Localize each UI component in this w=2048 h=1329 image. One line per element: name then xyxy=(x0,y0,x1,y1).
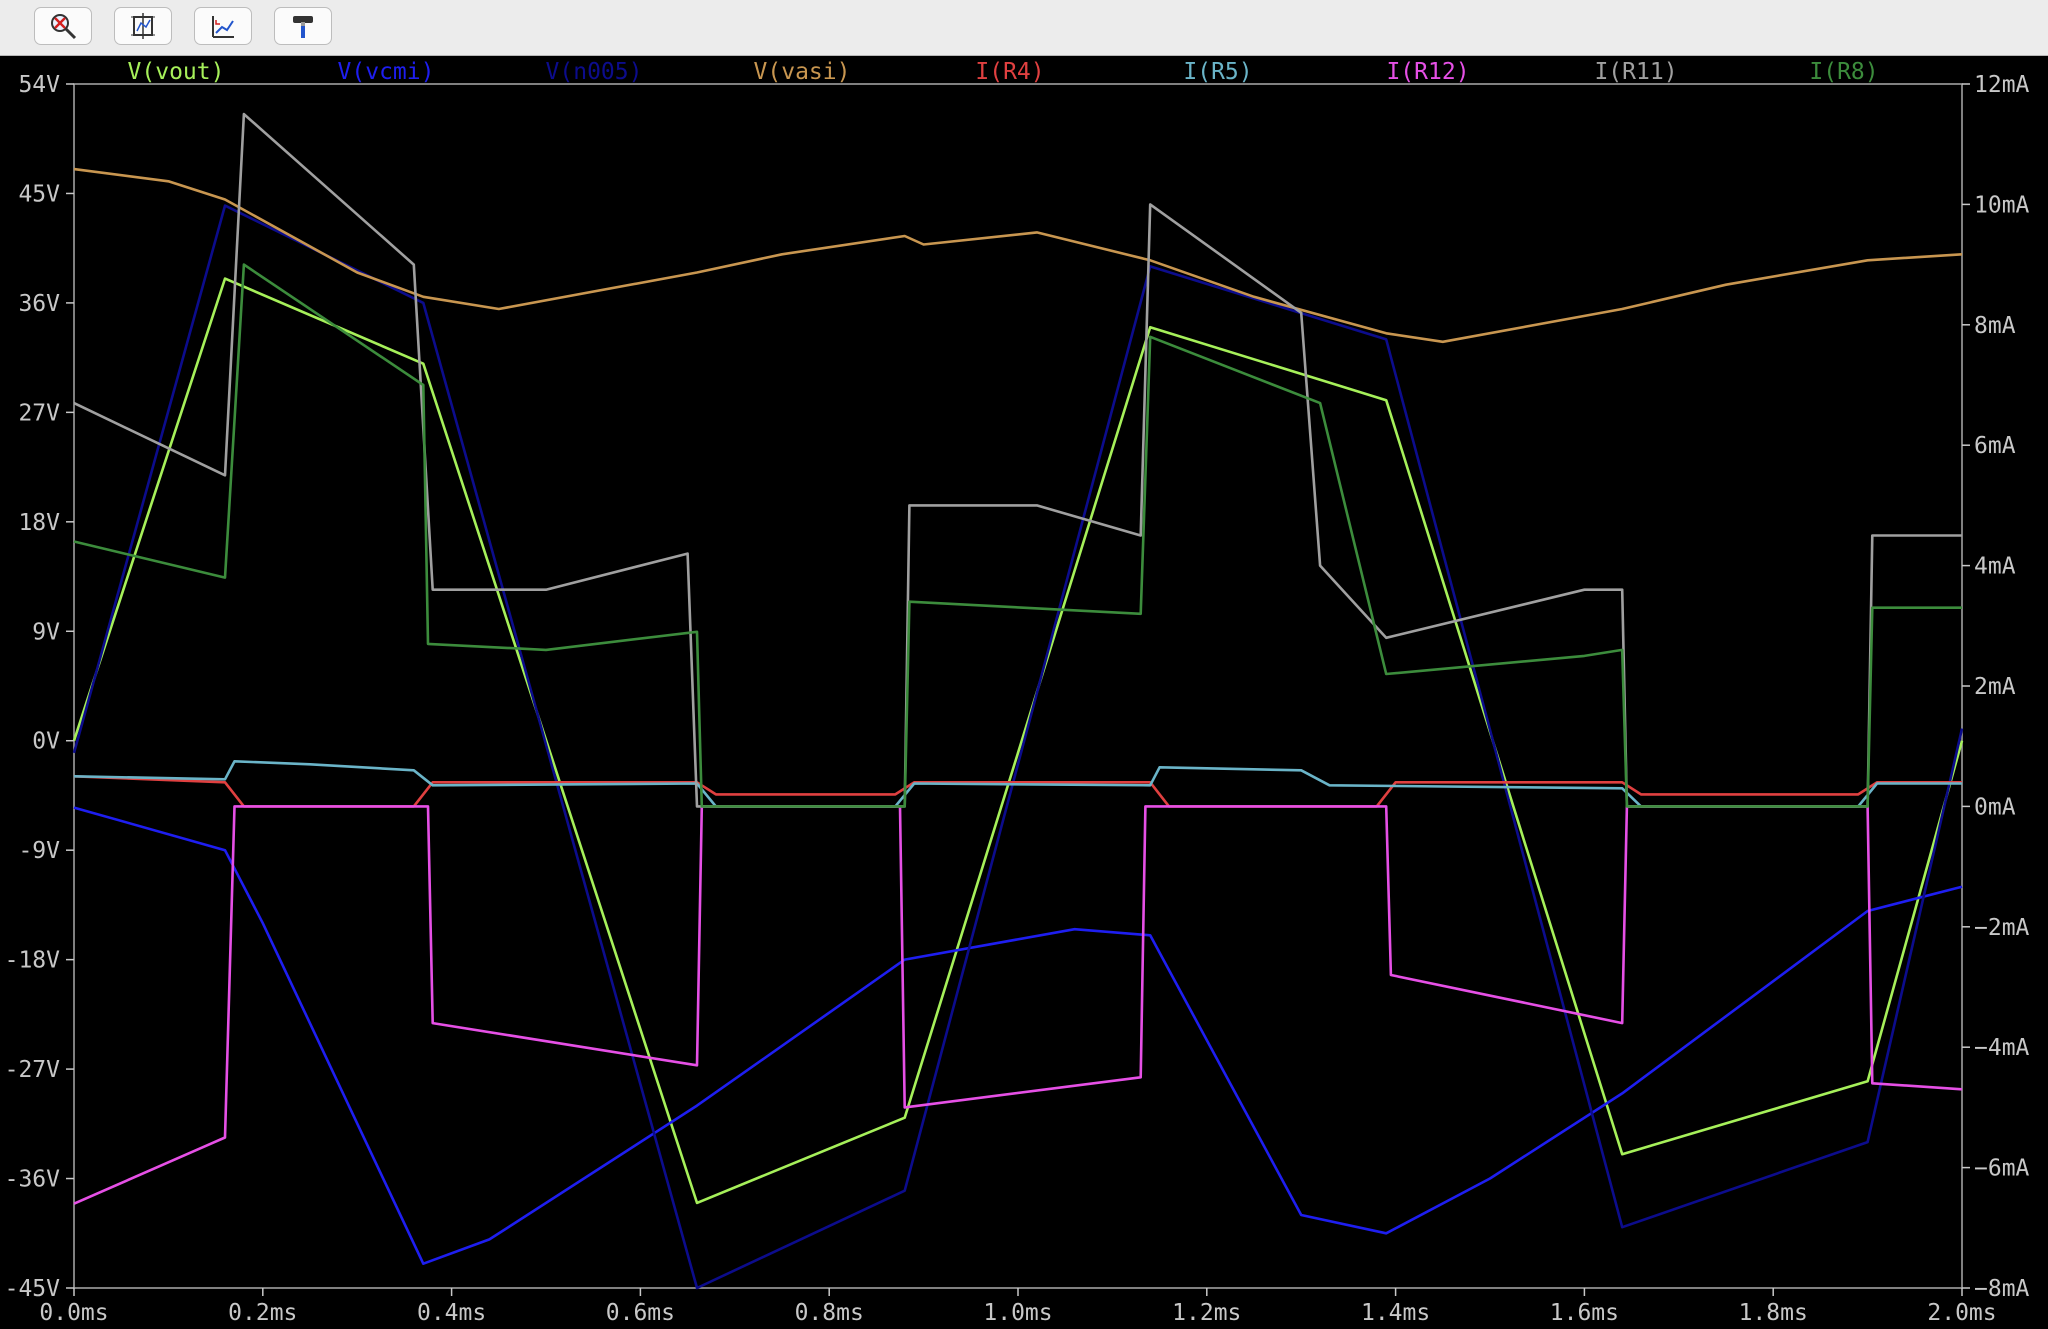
hammer-button[interactable] xyxy=(274,7,332,45)
trace-v-vasi[interactable] xyxy=(73,167,1963,344)
zoom-cancel-icon xyxy=(51,14,77,40)
y-right-tick-label: 12mA xyxy=(1974,72,2030,98)
legend-item[interactable]: V(n005) xyxy=(546,59,643,85)
x-tick-label: 1.2ms xyxy=(1172,1300,1241,1326)
y-right-tick-label: 6mA xyxy=(1974,433,2016,459)
x-tick-label: 1.0ms xyxy=(983,1300,1052,1326)
y-left-tick-label: -27V xyxy=(5,1057,61,1083)
x-tick-label: 0.4ms xyxy=(417,1300,486,1326)
y-left-tick-label: 54V xyxy=(18,72,60,98)
y-right-tick-label: 8mA xyxy=(1974,313,2016,339)
y-left-tick-label: -18V xyxy=(5,948,61,974)
x-tick-label: 1.6ms xyxy=(1550,1300,1619,1326)
y-right-tick-label: 2mA xyxy=(1974,674,2016,700)
traces xyxy=(72,112,1964,1290)
legend-item[interactable]: V(vout) xyxy=(128,59,225,85)
autorange-icon xyxy=(131,13,155,39)
toolbar xyxy=(0,0,2048,56)
y-left-tick-label: -45V xyxy=(5,1276,61,1302)
y-left-tick-label: 9V xyxy=(32,619,60,645)
pan-zoom-icon xyxy=(212,16,234,38)
y-right-tick-label: 4mA xyxy=(1974,554,2016,580)
y-right-tick-label: −8mA xyxy=(1974,1276,2030,1302)
y-right-tick-label: −6mA xyxy=(1974,1156,2030,1182)
x-tick-label: 2.0ms xyxy=(1927,1300,1996,1326)
legend-item[interactable]: V(vasi) xyxy=(754,59,851,85)
y-right-tick-label: 0mA xyxy=(1974,794,2016,820)
x-tick-label: 0.2ms xyxy=(228,1300,297,1326)
zoom-cancel-button[interactable] xyxy=(34,7,92,45)
x-tick-label: 0.6ms xyxy=(606,1300,675,1326)
trace-i-r8[interactable] xyxy=(73,263,1962,808)
autorange-button[interactable] xyxy=(114,7,172,45)
trace-i-r4[interactable] xyxy=(73,775,1962,808)
plot-frame xyxy=(73,83,1963,1289)
legend: V(vout) V(vcmi) V(n005) V(vasi) I(R4) I(R5) I(… xyxy=(128,59,1879,85)
y-left-tick-label: 0V xyxy=(32,729,60,755)
legend-item[interactable]: I(R12) xyxy=(1386,59,1469,85)
y-left-tick-label: 18V xyxy=(18,510,60,536)
hammer-icon xyxy=(293,16,313,38)
y-left-tick-label: 36V xyxy=(18,291,60,317)
legend-item[interactable]: I(R11) xyxy=(1594,59,1677,85)
trace-i-r12[interactable] xyxy=(73,805,1963,1205)
x-tick-label: 0.8ms xyxy=(795,1300,864,1326)
y-right-tick-label: 10mA xyxy=(1974,192,2030,218)
legend-item[interactable]: I(R4) xyxy=(975,59,1044,85)
trace-v-vout[interactable] xyxy=(72,277,1964,1205)
y-left-tick-label: 27V xyxy=(18,400,60,426)
x-tick-label: 1.8ms xyxy=(1739,1300,1808,1326)
pan-zoom-button[interactable] xyxy=(194,7,252,45)
legend-item[interactable]: I(R8) xyxy=(1809,59,1878,85)
y-right-tick-label: −2mA xyxy=(1974,915,2030,941)
x-tick-label: 0.0ms xyxy=(39,1300,108,1326)
y-left-tick-label: -36V xyxy=(5,1167,61,1193)
legend-item[interactable]: I(R5) xyxy=(1183,59,1252,85)
y-left-tick-label: 45V xyxy=(18,181,60,207)
y-right-tick-label: −4mA xyxy=(1974,1035,2030,1061)
y-left-tick-label: -9V xyxy=(18,838,60,864)
trace-i-r11[interactable] xyxy=(73,112,1962,808)
waveform-plot[interactable]: V(vout) V(vcmi) V(n005) V(vasi) I(R4) I(R5) I(… xyxy=(0,56,2048,1329)
trace-v-vcmi[interactable] xyxy=(73,806,1963,1265)
x-tick-label: 1.4ms xyxy=(1361,1300,1430,1326)
legend-item[interactable]: V(vcmi) xyxy=(338,59,435,85)
axes: 0.0ms 0.2ms 0.4ms 0.6ms 0.8ms 1.0ms 1.2ms 1.4ms… xyxy=(5,72,2030,1326)
